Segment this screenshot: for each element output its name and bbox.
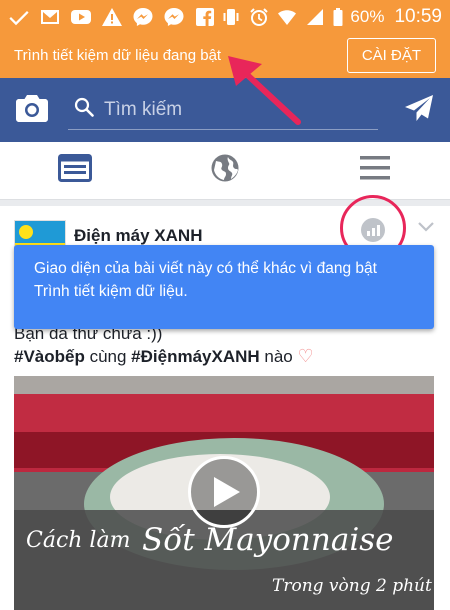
messenger-icon <box>163 7 185 26</box>
post-line-2: #Vàobếp cùng #ĐiệnmáyXANH nào ♡ <box>14 344 434 369</box>
system-indicators: 60% 10:59 <box>220 6 442 28</box>
tab-bar <box>0 142 450 200</box>
page-name[interactable]: Điện máy XANH <box>74 226 202 246</box>
wifi-icon <box>276 8 298 26</box>
video-subtitle: Trong vòng 2 phút <box>272 576 432 596</box>
tooltip-line-1: Giao diện của bài viết này có thể khác v… <box>34 260 377 277</box>
tooltip-line-2: Trình tiết kiệm dữ liệu. <box>34 283 188 300</box>
battery-icon <box>332 7 344 26</box>
tab-news-feed[interactable] <box>0 142 150 199</box>
hashtag-link[interactable]: #ĐiệnmáyXANH <box>131 347 260 366</box>
settings-button[interactable]: CÀI ĐẶT <box>346 38 436 73</box>
search-icon <box>74 97 94 122</box>
data-saver-tooltip[interactable]: Giao diện của bài viết này có thể khác v… <box>14 245 434 329</box>
clock: 10:59 <box>394 5 442 27</box>
notification-icons <box>8 7 216 26</box>
chevron-down-icon[interactable] <box>416 218 436 236</box>
feed-post: Điện máy XANH Bạn đã thử chưa :)) #Vàobế… <box>0 195 450 610</box>
alert-icon <box>101 7 123 26</box>
messenger-icon <box>132 7 154 26</box>
data-saver-message: Trình tiết kiệm dữ liệu đang bật <box>14 47 222 64</box>
post-text-segment: nào <box>259 347 298 366</box>
menu-icon <box>360 155 390 186</box>
camera-icon[interactable] <box>16 94 48 127</box>
news-feed-icon <box>58 153 92 188</box>
signal-icon <box>304 8 326 26</box>
check-icon <box>8 8 30 26</box>
post-message: Bạn đã thử chưa :)) #Vàobếp cùng #Điệnmá… <box>14 322 434 369</box>
data-saver-banner: Trình tiết kiệm dữ liệu đang bật CÀI ĐẶT <box>0 33 450 78</box>
hashtag-link[interactable]: #Vàobếp <box>14 347 85 366</box>
messenger-send-icon[interactable] <box>404 94 434 127</box>
play-icon <box>214 477 240 507</box>
alarm-icon <box>248 7 270 26</box>
video-caption: Cách làm <box>26 528 131 553</box>
top-nav: Tìm kiếm <box>0 78 450 142</box>
battery-percentage: 60% <box>350 6 385 26</box>
video-title: Sốt Mayonnaise <box>142 522 394 558</box>
search-input[interactable]: Tìm kiếm <box>68 90 378 130</box>
video-thumbnail[interactable]: Cách làm Sốt Mayonnaise Trong vòng 2 phú… <box>14 376 434 610</box>
gmail-icon <box>39 8 61 26</box>
vibrate-icon <box>220 8 242 26</box>
youtube-icon <box>70 8 92 26</box>
globe-icon <box>210 153 240 188</box>
post-text-segment: cùng <box>84 347 132 366</box>
facebook-lite-screen: 60% 10:59 Trình tiết kiệm dữ liệu đang b… <box>0 0 450 610</box>
tab-globe[interactable] <box>150 142 300 199</box>
tab-menu[interactable] <box>300 142 450 199</box>
search-placeholder: Tìm kiếm <box>104 98 183 120</box>
heart-emoji: ♡ <box>297 346 314 366</box>
play-button[interactable] <box>188 456 260 528</box>
status-bar: 60% 10:59 <box>0 0 450 33</box>
facebook-icon <box>194 7 216 26</box>
